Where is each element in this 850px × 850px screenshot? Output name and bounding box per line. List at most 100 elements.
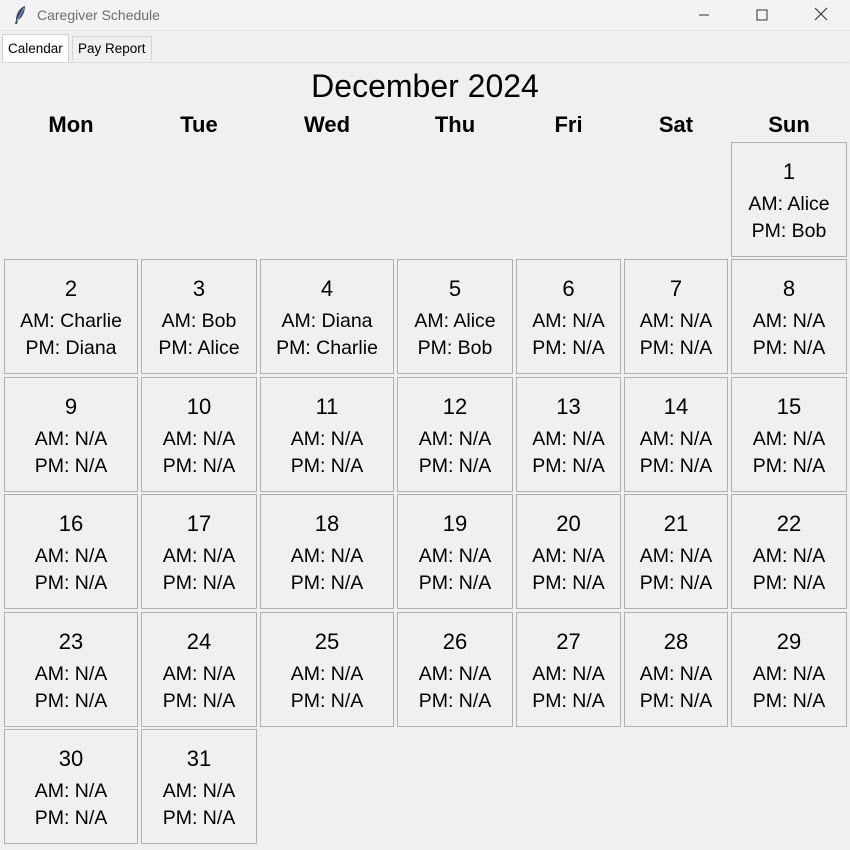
day-number: 4 — [320, 276, 334, 301]
day-number: 6 — [562, 276, 575, 301]
day-number: 21 — [663, 511, 689, 536]
day-number: 2 — [64, 276, 78, 301]
am-shift: AM: Bob — [161, 310, 237, 332]
pm-shift: PM: N/A — [418, 455, 492, 477]
am-shift: AM: Charlie — [20, 310, 122, 332]
day-cell[interactable]: 6 AM: N/A PM: N/A — [516, 259, 621, 374]
pm-shift: PM: N/A — [290, 572, 364, 594]
am-shift: AM: N/A — [639, 428, 713, 450]
day-cell[interactable]: 19 AM: N/A PM: N/A — [397, 494, 513, 609]
day-cell[interactable]: 25 AM: N/A PM: N/A — [260, 612, 394, 727]
day-cell[interactable]: 1 AM: Alice PM: Bob — [731, 142, 847, 257]
day-number: 19 — [442, 511, 468, 536]
day-cell[interactable]: 15 AM: N/A PM: N/A — [731, 377, 847, 492]
day-cell[interactable]: 10 AM: N/A PM: N/A — [141, 377, 257, 492]
day-cell[interactable]: 23 AM: N/A PM: N/A — [4, 612, 138, 727]
pm-shift: PM: N/A — [639, 690, 713, 712]
window-title: Caregiver Schedule — [37, 7, 160, 23]
pm-shift: PM: N/A — [34, 455, 108, 477]
am-shift: AM: N/A — [34, 663, 108, 685]
title-bar: Caregiver Schedule — [0, 0, 850, 31]
minimize-icon — [698, 6, 710, 25]
day-number: 20 — [556, 511, 581, 536]
day-number: 26 — [442, 629, 468, 654]
am-shift: AM: N/A — [34, 545, 108, 567]
day-number: 29 — [776, 629, 802, 654]
am-shift: AM: N/A — [418, 663, 492, 685]
pm-shift: PM: N/A — [752, 337, 826, 359]
weekday-header-tue: Tue — [180, 112, 218, 137]
day-number: 10 — [186, 394, 212, 419]
day-cell[interactable]: 17 AM: N/A PM: N/A — [141, 494, 257, 609]
am-shift: AM: N/A — [162, 663, 236, 685]
day-number: 7 — [669, 276, 683, 301]
pm-shift: PM: N/A — [162, 690, 236, 712]
pm-shift: PM: N/A — [290, 690, 364, 712]
day-cell[interactable]: 21 AM: N/A PM: N/A — [624, 494, 728, 609]
day-cell[interactable]: 13 AM: N/A PM: N/A — [516, 377, 621, 492]
day-cell[interactable]: 2 AM: Charlie PM: Diana — [4, 259, 138, 374]
am-shift: AM: N/A — [290, 428, 364, 450]
am-shift: AM: N/A — [532, 545, 605, 567]
day-cell[interactable]: 3 AM: Bob PM: Alice — [141, 259, 257, 374]
maximize-button[interactable] — [733, 0, 791, 30]
pm-shift: PM: Bob — [751, 220, 827, 242]
am-shift: AM: Alice — [414, 310, 496, 332]
pm-shift: PM: N/A — [34, 690, 108, 712]
day-cell[interactable]: 24 AM: N/A PM: N/A — [141, 612, 257, 727]
maximize-icon — [756, 6, 768, 25]
am-shift: AM: N/A — [752, 428, 826, 450]
weekday-header-fri: Fri — [554, 112, 583, 137]
day-cell[interactable]: 12 AM: N/A PM: N/A — [397, 377, 513, 492]
am-shift: AM: N/A — [752, 663, 826, 685]
am-shift: AM: N/A — [752, 310, 826, 332]
am-shift: AM: N/A — [639, 663, 713, 685]
am-shift: AM: N/A — [418, 428, 492, 450]
pm-shift: PM: N/A — [639, 455, 713, 477]
day-cell[interactable]: 16 AM: N/A PM: N/A — [4, 494, 138, 609]
day-cell[interactable]: 4 AM: Diana PM: Charlie — [260, 259, 394, 374]
tab-label: Pay Report — [78, 41, 146, 56]
pm-shift: PM: Alice — [158, 337, 240, 359]
day-cell[interactable]: 20 AM: N/A PM: N/A — [516, 494, 621, 609]
day-cell[interactable]: 7 AM: N/A PM: N/A — [624, 259, 728, 374]
am-shift: AM: N/A — [34, 428, 108, 450]
pm-shift: PM: N/A — [418, 690, 492, 712]
pm-shift: PM: N/A — [532, 337, 605, 359]
day-cell[interactable]: 5 AM: Alice PM: Bob — [397, 259, 513, 374]
pm-shift: PM: N/A — [639, 572, 713, 594]
day-cell[interactable]: 30 AM: N/A PM: N/A — [4, 729, 138, 844]
day-number: 28 — [663, 629, 689, 654]
day-cell[interactable]: 11 AM: N/A PM: N/A — [260, 377, 394, 492]
day-cell[interactable]: 14 AM: N/A PM: N/A — [624, 377, 728, 492]
day-cell[interactable]: 8 AM: N/A PM: N/A — [731, 259, 847, 374]
am-shift: AM: Diana — [281, 310, 373, 332]
close-button[interactable] — [792, 0, 850, 30]
tab-calendar[interactable]: Calendar — [2, 34, 69, 62]
tab-pay-report[interactable]: Pay Report — [72, 36, 152, 60]
am-shift: AM: N/A — [752, 545, 826, 567]
weekday-header-mon: Mon — [48, 112, 94, 137]
day-cell[interactable]: 27 AM: N/A PM: N/A — [516, 612, 621, 727]
day-cell[interactable]: 9 AM: N/A PM: N/A — [4, 377, 138, 492]
day-number: 9 — [64, 394, 78, 419]
pm-shift: PM: N/A — [532, 690, 605, 712]
day-cell[interactable]: 28 AM: N/A PM: N/A — [624, 612, 728, 727]
weekday-header-thu: Thu — [434, 112, 476, 137]
day-number: 30 — [58, 746, 84, 771]
pm-shift: PM: Bob — [417, 337, 493, 359]
day-cell[interactable]: 26 AM: N/A PM: N/A — [397, 612, 513, 727]
day-cell[interactable]: 31 AM: N/A PM: N/A — [141, 729, 257, 844]
am-shift: AM: N/A — [418, 545, 492, 567]
pm-shift: PM: Diana — [25, 337, 117, 359]
pm-shift: PM: N/A — [34, 807, 108, 829]
day-cell[interactable]: 18 AM: N/A PM: N/A — [260, 494, 394, 609]
minimize-button[interactable] — [675, 0, 733, 30]
am-shift: AM: N/A — [532, 663, 605, 685]
day-cell[interactable]: 29 AM: N/A PM: N/A — [731, 612, 847, 727]
day-number: 24 — [186, 629, 212, 654]
day-number: 13 — [556, 394, 581, 419]
weekday-header-sun: Sun — [768, 112, 810, 137]
day-cell[interactable]: 22 AM: N/A PM: N/A — [731, 494, 847, 609]
am-shift: AM: Alice — [748, 193, 830, 215]
